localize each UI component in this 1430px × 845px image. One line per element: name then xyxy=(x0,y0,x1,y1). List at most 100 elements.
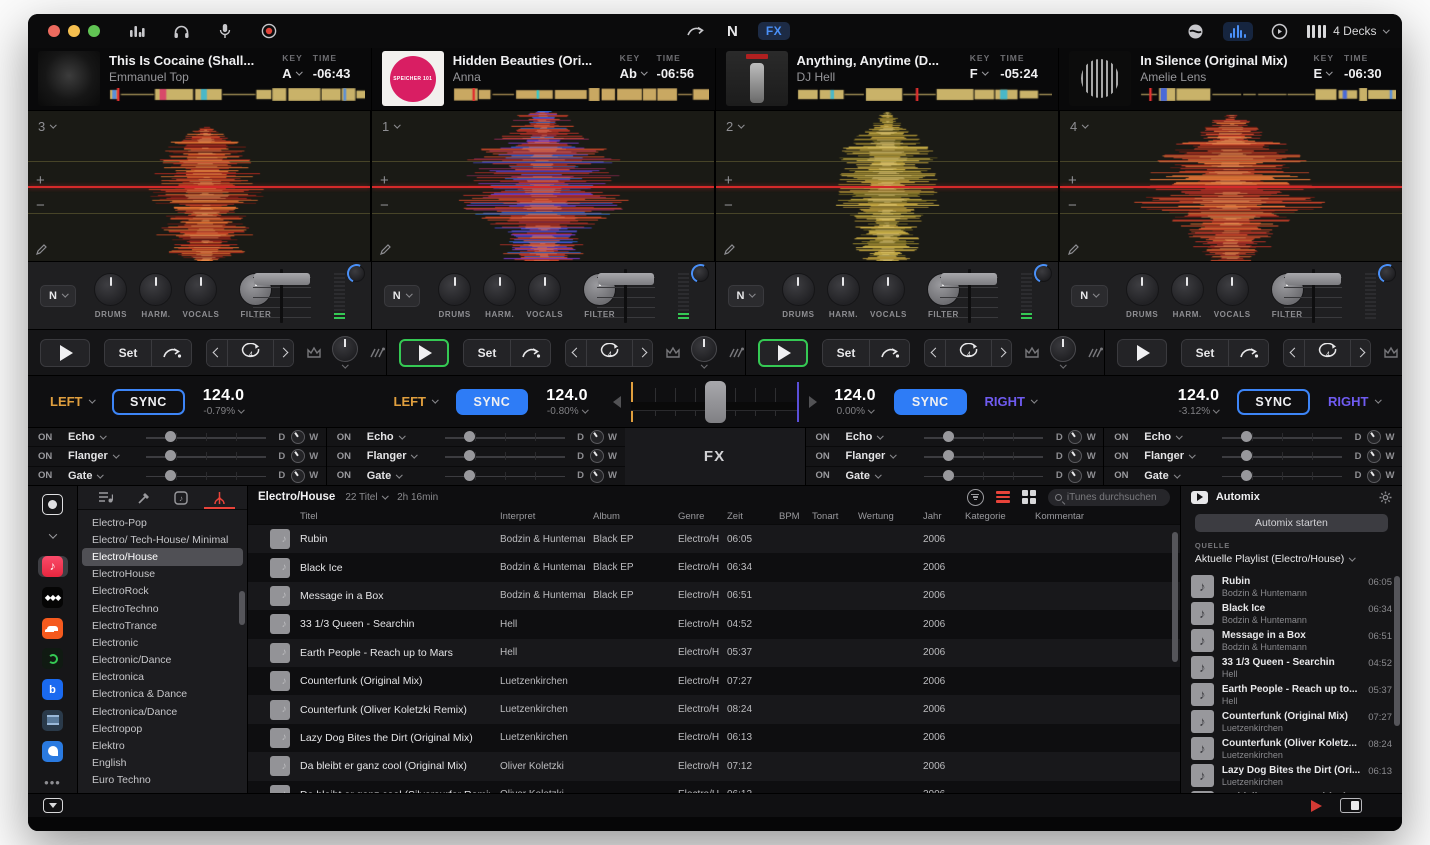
time-block[interactable]: TIME -06:56 xyxy=(657,51,709,81)
fx-on-button[interactable]: ON xyxy=(337,470,367,481)
minimize-window-button[interactable] xyxy=(68,25,80,37)
automix-queue-item[interactable]: ♪ Counterfunk (Oliver Koletz... Luetzenk… xyxy=(1181,735,1402,762)
import-tray-icon[interactable] xyxy=(43,798,63,813)
fx-select[interactable]: Echo xyxy=(367,431,445,443)
fx-drywet-knob[interactable] xyxy=(1367,430,1381,444)
sync-button[interactable]: SYNC xyxy=(894,389,967,415)
fx-drywet-knob[interactable] xyxy=(590,449,604,463)
track-table-row[interactable]: ♪ Counterfunk (Oliver Koletzki Remix) Lu… xyxy=(248,695,1180,723)
fx-select[interactable]: Flanger xyxy=(68,450,146,462)
albums-tab-icon[interactable]: ♪ xyxy=(170,486,192,509)
scratch-fx-icon[interactable] xyxy=(370,346,386,359)
genre-list-item[interactable]: Electro-Pop xyxy=(82,514,243,531)
fx-select[interactable]: Echo xyxy=(1144,431,1222,443)
cue-jump-button[interactable] xyxy=(1228,340,1268,366)
loop-button[interactable]: 4 xyxy=(945,340,991,366)
vocals-knob[interactable] xyxy=(184,273,217,306)
loop-halve-button[interactable] xyxy=(566,340,586,366)
beatport-source-icon[interactable] xyxy=(38,648,68,670)
track-table-row[interactable]: ♪ Da bleibt er ganz cool (Original Mix) … xyxy=(248,752,1180,780)
set-cue-button[interactable]: Set xyxy=(823,340,869,366)
fx-select[interactable]: Flanger xyxy=(846,450,924,462)
harmonic-knob[interactable] xyxy=(483,273,516,306)
fx-amount-slider[interactable] xyxy=(924,470,1044,482)
column-header[interactable]: BPM xyxy=(771,511,804,522)
fx-drywet-knob[interactable] xyxy=(1068,469,1082,483)
fx-toggle-button[interactable]: FX xyxy=(758,22,790,40)
fx-slider-handle[interactable] xyxy=(464,431,475,442)
playlists-tab-icon[interactable] xyxy=(94,486,117,509)
zoom-in-button[interactable]: + xyxy=(1068,176,1077,186)
tempo-percent[interactable]: -3.12% xyxy=(1178,406,1220,417)
deck-count-selector[interactable]: 4 Decks xyxy=(1307,24,1388,38)
list-view-icon[interactable] xyxy=(996,491,1010,503)
fx-select[interactable]: Flanger xyxy=(1144,450,1222,462)
genre-list-item[interactable]: Electronica & Dance xyxy=(82,686,243,703)
harmonic-knob[interactable] xyxy=(1171,273,1204,306)
loop-halve-button[interactable] xyxy=(925,340,945,366)
loop-halve-button[interactable] xyxy=(207,340,227,366)
match-tab-icon[interactable] xyxy=(133,486,155,509)
tempo-percent[interactable]: 0.00% xyxy=(834,406,876,417)
volume-fader[interactable] xyxy=(595,269,657,323)
automix-source-select[interactable]: Aktuelle Playlist (Electro/House) xyxy=(1195,553,1388,565)
fx-amount-slider[interactable] xyxy=(146,450,266,462)
fx-slider-handle[interactable] xyxy=(464,450,475,461)
cue-mix-knob[interactable] xyxy=(1035,265,1052,282)
neural-mix-button[interactable]: N xyxy=(1071,285,1107,307)
record-icon[interactable] xyxy=(258,22,280,40)
harmonic-knob[interactable] xyxy=(139,273,172,306)
fx-slider-handle[interactable] xyxy=(464,470,475,481)
more-sources-icon[interactable]: ••• xyxy=(38,771,68,793)
tidal-source-icon[interactable]: ◆◆◆ xyxy=(38,586,68,608)
transport-filter-knob[interactable] xyxy=(332,336,358,369)
loop-halve-button[interactable] xyxy=(1284,340,1304,366)
zoom-out-button[interactable]: − xyxy=(36,201,45,211)
fx-select[interactable]: Gate xyxy=(367,470,445,482)
video-source-icon[interactable] xyxy=(38,494,68,516)
fx-drywet-knob[interactable] xyxy=(291,430,305,444)
genre-list-item[interactable]: ElectroRock xyxy=(82,583,243,600)
fx-on-button[interactable]: ON xyxy=(1114,470,1144,481)
automix-queue-item[interactable]: ♪ Black Ice Bodzin & Huntemann 06:34 xyxy=(1181,600,1402,627)
cue-jump-button[interactable] xyxy=(510,340,550,366)
genre-list-item[interactable]: Elektro xyxy=(82,737,243,754)
fx-select[interactable]: Flanger xyxy=(367,450,445,462)
edit-beatgrid-icon[interactable] xyxy=(36,244,47,255)
zoom-in-button[interactable]: + xyxy=(724,176,733,186)
track-overview-waveform[interactable] xyxy=(109,88,365,101)
fx-amount-slider[interactable] xyxy=(1222,450,1342,462)
loop-button[interactable]: 4 xyxy=(227,340,273,366)
set-cue-button[interactable]: Set xyxy=(105,340,151,366)
column-header[interactable]: Kategorie xyxy=(957,511,1027,522)
genre-list-item[interactable]: Electro/ Tech-House/ Minimal xyxy=(82,531,243,548)
fx-slider-handle[interactable] xyxy=(943,450,954,461)
column-header[interactable]: Kommentar xyxy=(1027,511,1180,522)
set-cue-button[interactable]: Set xyxy=(464,340,510,366)
track-overview-waveform[interactable] xyxy=(1140,88,1396,101)
vocals-knob[interactable] xyxy=(1216,273,1249,306)
time-block[interactable]: TIME -06:43 xyxy=(313,51,365,81)
key-block[interactable]: KEY E xyxy=(1314,51,1334,81)
edit-beatgrid-icon[interactable] xyxy=(380,244,391,255)
neural-mix-button[interactable]: N xyxy=(728,285,764,307)
tempo-percent[interactable]: -0.80% xyxy=(546,406,588,417)
play-button[interactable] xyxy=(40,339,90,367)
zoom-in-button[interactable]: + xyxy=(380,176,389,186)
fx-select[interactable]: Gate xyxy=(1144,470,1222,482)
genres-tab-icon[interactable] xyxy=(208,486,231,509)
fx-on-button[interactable]: ON xyxy=(1114,432,1144,443)
sync-button[interactable]: SYNC xyxy=(1237,389,1310,415)
cue-mix-knob[interactable] xyxy=(348,265,365,282)
automix-queue-item[interactable]: ♪ Earth People - Reach up to... Hell 05:… xyxy=(1181,681,1402,708)
edit-beatgrid-icon[interactable] xyxy=(1068,244,1079,255)
drums-knob[interactable] xyxy=(1126,273,1159,306)
crossfader-side-select[interactable]: RIGHT xyxy=(985,394,1037,409)
crossfader[interactable] xyxy=(613,376,817,427)
fx-drywet-knob[interactable] xyxy=(1367,469,1381,483)
fx-drywet-knob[interactable] xyxy=(1068,449,1082,463)
fx-drywet-knob[interactable] xyxy=(590,469,604,483)
volume-fader[interactable] xyxy=(1282,269,1344,323)
column-header[interactable]: Titel xyxy=(292,511,492,522)
column-header[interactable]: Jahr xyxy=(915,511,957,522)
